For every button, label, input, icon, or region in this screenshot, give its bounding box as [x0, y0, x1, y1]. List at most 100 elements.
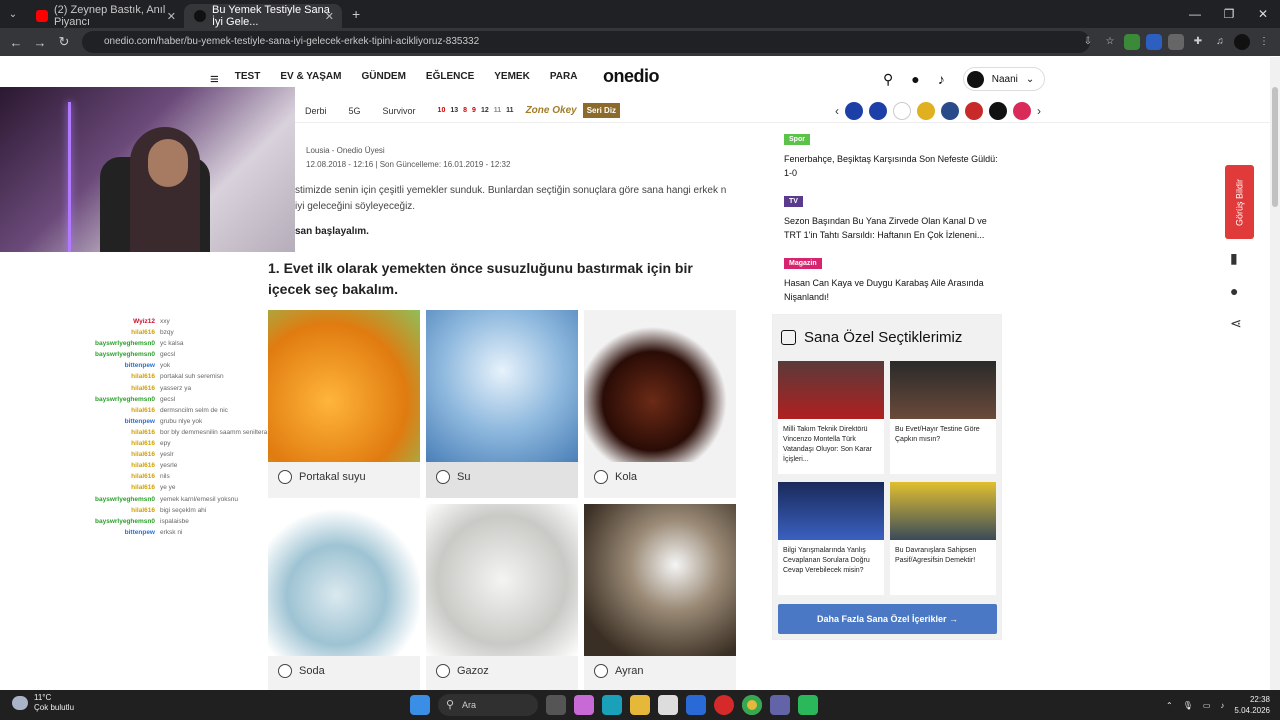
radio-button[interactable]	[278, 664, 292, 678]
address-bar[interactable]: onedio.com/haber/bu-yemek-testiyle-sana-…	[82, 31, 1090, 53]
chevron-left-icon[interactable]: ‹	[835, 104, 839, 118]
microphone-icon[interactable]: 🎙	[1183, 701, 1193, 710]
app-icon[interactable]	[798, 695, 818, 715]
menu-dots-icon[interactable]: ⋮	[1256, 34, 1272, 50]
extension-icon[interactable]	[1146, 34, 1162, 50]
edge-icon[interactable]	[602, 695, 622, 715]
brand-logo[interactable]	[917, 102, 935, 120]
chevron-right-icon[interactable]: ›	[1037, 104, 1041, 118]
extension-icon[interactable]	[1124, 34, 1140, 50]
zone-okey-link[interactable]: Zone Okey	[526, 105, 577, 116]
option-su[interactable]: Su	[426, 310, 578, 498]
tab-youtube[interactable]: (2) Zeynep Bastık, Anıl Piyancı ✕	[26, 4, 184, 28]
nav-para[interactable]: PARA	[550, 71, 578, 88]
chevron-up-icon[interactable]: ⌃	[1166, 701, 1173, 710]
search-icon[interactable]: ⚲	[883, 71, 893, 88]
option-ayran[interactable]: Ayran	[584, 504, 736, 692]
more-recommendations-button[interactable]: Daha Fazla Sana Özel İçerikler →	[778, 604, 997, 634]
tab-list-icon[interactable]: ⌄	[0, 9, 26, 20]
brand-logo[interactable]	[869, 102, 887, 120]
radio-button[interactable]	[436, 664, 450, 678]
chrome-icon[interactable]	[742, 695, 762, 715]
page-scrollbar[interactable]	[1270, 57, 1280, 690]
recommendation-card[interactable]: Bu Evet/Hayır Testine Göre Çapkın mısın?	[890, 361, 996, 474]
news-title[interactable]: Fenerbahçe, Beşiktaş Karşısında Son Nefe…	[772, 152, 1002, 180]
category-tag[interactable]: Magazin	[784, 258, 822, 269]
task-view-icon[interactable]	[546, 695, 566, 715]
profile-avatar[interactable]	[1234, 34, 1250, 50]
mail-icon[interactable]	[686, 695, 706, 715]
option-kola[interactable]: Kola	[584, 310, 736, 498]
game-scores[interactable]: 10 13 8 9 12 11 11	[438, 107, 514, 114]
recommendation-card[interactable]: Milli Takım Teknik Direktörü Vincenzo Mo…	[778, 361, 884, 474]
option-gazoz[interactable]: Gazoz	[426, 504, 578, 692]
onedio-logo[interactable]: onedio	[603, 66, 660, 87]
subnav-5g[interactable]: 5G	[349, 106, 361, 116]
nav-test[interactable]: TEST	[235, 71, 261, 88]
comment-icon[interactable]: ●	[1230, 283, 1242, 299]
puzzle-icon[interactable]: ✚	[1190, 34, 1206, 50]
scroll-thumb[interactable]	[1272, 87, 1278, 207]
brand-logo[interactable]	[845, 102, 863, 120]
option-portakal-suyu[interactable]: Portakal suyu	[268, 310, 420, 498]
teams-icon[interactable]	[770, 695, 790, 715]
taskbar-search[interactable]: Ara	[438, 694, 538, 716]
chat-bubbles-icon[interactable]: ●	[911, 71, 919, 87]
recommendation-card[interactable]: Bilgi Yarışmalarında Yanlış Cevaplanan S…	[778, 482, 884, 595]
bookmark-icon[interactable]: ▮	[1230, 250, 1242, 267]
nav-eglence[interactable]: EĞLENCE	[426, 71, 474, 88]
clock[interactable]: 22:38 5.04.2026	[1234, 694, 1270, 716]
store-icon[interactable]	[658, 695, 678, 715]
close-icon[interactable]: ✕	[167, 10, 176, 23]
opera-icon[interactable]	[714, 695, 734, 715]
nav-yemek[interactable]: YEMEK	[494, 71, 530, 88]
news-title[interactable]: Sezon Başından Bu Yana Zirvede Olan Kana…	[772, 214, 1002, 242]
category-tag[interactable]: Spor	[784, 134, 810, 145]
radio-button[interactable]	[436, 470, 450, 484]
forward-button[interactable]: →	[28, 35, 52, 50]
reload-button[interactable]: ↻	[52, 34, 76, 50]
brand-logo[interactable]	[893, 102, 911, 120]
volume-icon[interactable]: ♪	[1220, 701, 1224, 710]
close-icon[interactable]: ✕	[325, 10, 334, 23]
network-icon[interactable]: ▭	[1203, 701, 1211, 710]
subnav-survivor[interactable]: Survivor	[383, 106, 416, 116]
category-tag[interactable]: TV	[784, 196, 803, 207]
option-soda[interactable]: Soda	[268, 504, 420, 692]
hamburger-menu-icon[interactable]: ≡	[210, 71, 219, 88]
copilot-icon[interactable]	[574, 695, 594, 715]
news-title[interactable]: Hasan Can Kaya ve Duygu Karabaş Aile Ara…	[772, 276, 1002, 304]
share-icon[interactable]: ⋖	[1230, 315, 1242, 332]
windows-start-icon[interactable]	[410, 695, 430, 715]
new-tab-button[interactable]: +	[352, 6, 360, 22]
news-item[interactable]: TV Sezon Başından Bu Yana Zirvede Olan K…	[772, 190, 1002, 242]
news-item[interactable]: Spor Fenerbahçe, Beşiktaş Karşısında Son…	[772, 128, 1002, 180]
tab-onedio[interactable]: Bu Yemek Testiyle Sana İyi Gele... ✕	[184, 4, 342, 28]
subnav-derbi[interactable]: Derbi	[305, 106, 327, 116]
back-button[interactable]: ←	[4, 35, 28, 50]
brand-logo[interactable]	[965, 102, 983, 120]
seri-diz-link[interactable]: Seri Diz	[582, 103, 621, 118]
close-window-button[interactable]: ✕	[1246, 0, 1280, 28]
nav-gundem[interactable]: GÜNDEM	[361, 71, 405, 88]
radio-button[interactable]	[594, 664, 608, 678]
news-item[interactable]: Magazin Hasan Can Kaya ve Duygu Karabaş …	[772, 252, 1002, 304]
radio-button[interactable]	[594, 470, 608, 484]
nav-ev-yasam[interactable]: EV & YAŞAM	[280, 71, 341, 88]
bell-icon[interactable]: ♪	[938, 71, 945, 87]
maximize-button[interactable]: ❐	[1212, 0, 1246, 28]
file-explorer-icon[interactable]	[630, 695, 650, 715]
author[interactable]: Lousia - Onedio Üyesi	[306, 144, 510, 158]
brand-logo[interactable]	[1013, 102, 1031, 120]
brand-logo[interactable]	[941, 102, 959, 120]
minimize-button[interactable]: —	[1178, 0, 1212, 28]
radio-button[interactable]	[278, 470, 292, 484]
user-menu[interactable]: Naani ⌄	[962, 67, 1046, 91]
feedback-button[interactable]: Görüş Bildir	[1225, 165, 1254, 239]
brand-logo[interactable]	[989, 102, 1007, 120]
bookmark-star-icon[interactable]: ☆	[1102, 34, 1118, 50]
extension-icon[interactable]	[1168, 34, 1184, 50]
weather-widget[interactable]: 11°C Çok bulutlu	[12, 693, 74, 713]
media-icon[interactable]: ♫	[1212, 34, 1228, 50]
recommendation-card[interactable]: Bu Davranışlara Sahipsen Pasif/Agresifsi…	[890, 482, 996, 595]
